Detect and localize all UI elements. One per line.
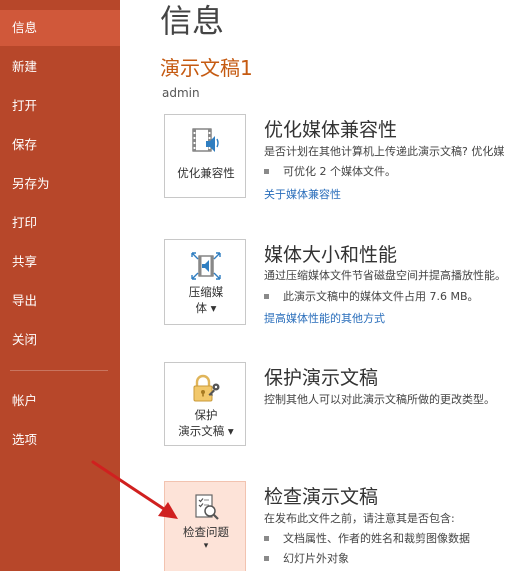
inspect-document-icon xyxy=(195,494,219,520)
compress-media-button[interactable]: 压缩媒 体 ▾ xyxy=(164,239,246,325)
nav-item-new[interactable]: 新建 xyxy=(0,49,120,85)
section-desc-inspect: 在发布此文件之前，请注意其是否包含: xyxy=(264,512,455,525)
lock-key-icon xyxy=(193,374,220,402)
section-desc-compatibility: 是否计划在其他计算机上传递此演示文稿? 优化媒 xyxy=(264,145,505,158)
nav-divider xyxy=(10,370,108,371)
nav-item-info[interactable]: 信息 xyxy=(0,10,120,46)
section-desc-protect: 控制其他人可以对此演示文稿所做的更改类型。 xyxy=(264,393,495,406)
nav-item-share[interactable]: 共享 xyxy=(0,244,120,280)
protect-presentation-button[interactable]: 保护 演示文稿 ▾ xyxy=(164,362,246,446)
optimize-compatibility-label: 优化兼容性 xyxy=(177,166,235,180)
protect-presentation-label-2: 演示文稿 ▾ xyxy=(178,424,234,438)
check-for-issues-label-2: ▾ xyxy=(203,541,209,551)
bullet-media-size: 此演示文稿中的媒体文件占用 7.6 MB。 xyxy=(264,288,479,304)
section-heading-inspect: 检查演示文稿 xyxy=(264,486,379,508)
section-heading-protect: 保护演示文稿 xyxy=(264,367,379,389)
bullet-inspect-1: 文档属性、作者的姓名和裁剪图像数据 xyxy=(264,530,470,546)
optimize-compatibility-button[interactable]: 优化兼容性 xyxy=(164,114,246,198)
section-desc-media-size: 通过压缩媒体文件节省磁盘空间并提高播放性能。 xyxy=(264,269,506,282)
nav-item-open[interactable]: 打开 xyxy=(0,88,120,124)
bullet-compatibility: 可优化 2 个媒体文件。 xyxy=(264,163,396,179)
nav-item-print[interactable]: 打印 xyxy=(0,205,120,241)
nav-item-close[interactable]: 关闭 xyxy=(0,322,120,358)
link-media-compatibility[interactable]: 关于媒体兼容性 xyxy=(264,186,341,202)
compress-media-icon xyxy=(191,252,221,280)
section-heading-compatibility: 优化媒体兼容性 xyxy=(264,119,398,141)
compress-media-label-1: 压缩媒 xyxy=(188,285,224,299)
document-title: 演示文稿1 xyxy=(160,56,253,80)
nav-item-account[interactable]: 帐户 xyxy=(0,383,120,419)
backstage-sidebar: 信息 新建 打开 保存 另存为 打印 共享 导出 关闭 帐户 选项 xyxy=(0,0,120,571)
compress-media-label-2: 体 ▾ xyxy=(195,301,217,315)
nav-item-save[interactable]: 保存 xyxy=(0,127,120,163)
nav-item-save-as[interactable]: 另存为 xyxy=(0,166,120,202)
page-title: 信息 xyxy=(160,2,225,40)
document-owner: admin xyxy=(162,86,200,100)
bullet-inspect-2: 幻灯片外对象 xyxy=(264,550,349,566)
link-media-performance[interactable]: 提高媒体性能的其他方式 xyxy=(264,310,385,326)
media-compat-icon xyxy=(192,128,219,152)
check-for-issues-button[interactable]: 检查问题 ▾ xyxy=(164,481,246,571)
nav-item-options[interactable]: 选项 xyxy=(0,422,120,458)
section-heading-media-size: 媒体大小和性能 xyxy=(264,244,398,266)
protect-presentation-label-1: 保护 xyxy=(194,408,218,422)
nav-item-export[interactable]: 导出 xyxy=(0,283,120,319)
